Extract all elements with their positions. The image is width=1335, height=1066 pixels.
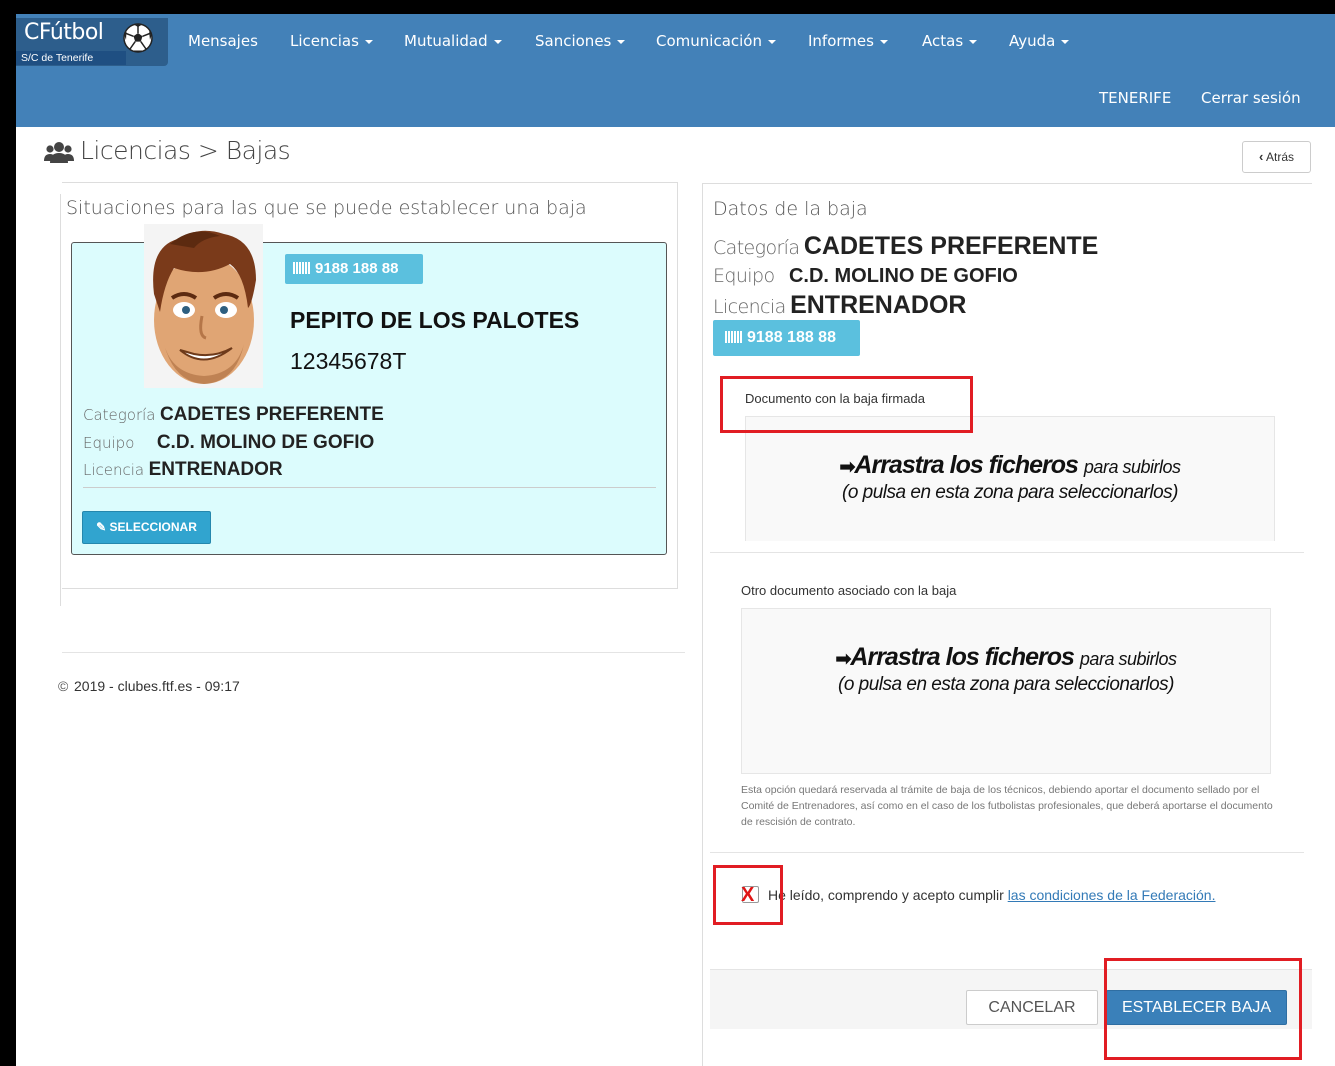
- establecer-baja-button[interactable]: ESTABLECER BAJA: [1106, 990, 1287, 1025]
- detail-value: CADETES PREFERENTE: [159, 404, 384, 425]
- terms-label: He leído, comprendo y acepto cumplir: [768, 887, 1004, 903]
- nav-label: Ayuda: [1009, 32, 1056, 50]
- accept-terms-checkbox[interactable]: [742, 886, 759, 903]
- nav-mutualidad[interactable]: Mutualidad: [404, 32, 502, 50]
- detail-value: CADETES PREFERENTE: [803, 232, 1099, 260]
- caret-down-icon: [493, 39, 502, 44]
- dropzone-main: Arrastra los ficheros: [854, 451, 1079, 479]
- edit-icon: ✎: [96, 520, 107, 534]
- barcode-icon: [725, 331, 743, 343]
- nav-ayuda[interactable]: Ayuda: [1009, 32, 1070, 50]
- left-panel-heading: Situaciones para las que se puede establ…: [66, 197, 587, 219]
- dropzone-title: ➡Arrastra los ficheros para subirlos: [742, 643, 1270, 672]
- license-number: 9188 188 88: [315, 260, 399, 277]
- doc1-label: Documento con la baja firmada: [745, 391, 925, 406]
- baja-licencia-row: Licencia ENTRENADOR: [713, 291, 966, 320]
- select-button-label: SELECCIONAR: [109, 520, 197, 534]
- detail-value: ENTRENADOR: [790, 291, 967, 319]
- dropzone-title: ➡Arrastra los ficheros para subirlos: [746, 451, 1274, 480]
- arrow-right-icon: ➡: [839, 457, 856, 478]
- page: CFútbol S/C de Tenerife Mensajes Licenci…: [16, 14, 1335, 1066]
- card-licencia-row: Licencia ENTRENADOR: [83, 459, 283, 481]
- caret-down-icon: [617, 39, 626, 44]
- nav-label: Actas: [922, 32, 964, 50]
- player-name: PEPITO DE LOS PALOTES: [290, 307, 580, 333]
- nav-label: Informes: [808, 32, 874, 50]
- barcode-icon: [293, 262, 311, 274]
- nav-informes[interactable]: Informes: [808, 32, 888, 50]
- section-divider: [710, 552, 1304, 553]
- detail-value: C.D. MOLINO DE GOFIO: [156, 432, 375, 453]
- detail-label: Licencia: [83, 461, 145, 479]
- brand-subtitle: S/C de Tenerife: [16, 51, 126, 65]
- back-button[interactable]: ‹ Atrás: [1242, 141, 1311, 173]
- chevron-left-icon: ‹: [1258, 149, 1264, 164]
- dropzone-rest: para subirlos: [1079, 649, 1177, 669]
- page-title-text: Licencias > Bajas: [80, 136, 291, 165]
- caret-down-icon: [364, 39, 373, 44]
- other-document-dropzone[interactable]: ➡Arrastra los ficheros para subirlos (o …: [741, 608, 1271, 774]
- right-panel-top: [702, 183, 1312, 184]
- detail-label: Categoría: [713, 237, 800, 259]
- baja-categoria-row: Categoría CADETES PREFERENTE: [713, 232, 1098, 261]
- footer-divider: [62, 652, 685, 653]
- nav-label: Mensajes: [188, 32, 258, 50]
- baja-equipo-row: Equipo C.D. MOLINO DE GOFIO: [713, 265, 1018, 288]
- brand-logo[interactable]: CFútbol S/C de Tenerife: [16, 18, 168, 66]
- brand-name: CFútbol: [24, 20, 104, 45]
- caret-down-icon: [879, 39, 888, 44]
- detail-value: ENTRENADOR: [148, 459, 283, 480]
- caret-down-icon: [1061, 39, 1070, 44]
- detail-label: Equipo: [713, 265, 775, 287]
- nav-licencias[interactable]: Licencias: [290, 32, 373, 50]
- doc2-label: Otro documento asociado con la baja: [741, 583, 957, 598]
- detail-value: C.D. MOLINO DE GOFIO: [788, 265, 1018, 287]
- card-divider: [83, 487, 656, 488]
- copyright-icon: ©: [58, 678, 69, 694]
- right-panel-edge: [702, 183, 703, 1066]
- terms-text: He leído, comprendo y acepto cumplir las…: [768, 887, 1215, 903]
- detail-label: Categoría: [83, 406, 156, 424]
- dropzone-subtitle: (o pulsa en esta zona para seleccionarlo…: [838, 674, 1174, 695]
- logout-link[interactable]: Cerrar sesión: [1201, 89, 1301, 107]
- section-divider: [710, 852, 1304, 853]
- terms-link[interactable]: las condiciones de la Federación.: [1008, 887, 1216, 903]
- nav-label: Sanciones: [535, 32, 612, 50]
- card-equipo-row: Equipo C.D. MOLINO DE GOFIO: [83, 432, 374, 454]
- right-panel-heading: Datos de la baja: [713, 198, 868, 220]
- license-badge: 9188 188 88: [285, 254, 423, 284]
- nav-region[interactable]: TENERIFE: [1099, 89, 1171, 107]
- nav-label: Licencias: [290, 32, 359, 50]
- cancel-button[interactable]: CANCELAR: [966, 990, 1098, 1025]
- card-categoria-row: Categoría CADETES PREFERENTE: [83, 404, 384, 426]
- dropzone-main: Arrastra los ficheros: [850, 643, 1075, 671]
- dropzone-subtitle: (o pulsa en esta zona para seleccionarlo…: [842, 482, 1178, 503]
- left-panel-edge: [60, 194, 61, 606]
- nav-sanciones[interactable]: Sanciones: [535, 32, 626, 50]
- nav-label: Comunicación: [656, 32, 762, 50]
- detail-label: Licencia: [713, 296, 786, 318]
- arrow-right-icon: ➡: [835, 649, 852, 670]
- footer-text: 2019 - clubes.ftf.es - 09:17: [74, 678, 240, 694]
- nav-actas[interactable]: Actas: [922, 32, 978, 50]
- detail-label: Equipo: [83, 434, 135, 452]
- caret-down-icon: [969, 39, 978, 44]
- nav-mensajes[interactable]: Mensajes: [188, 32, 258, 50]
- caret-down-icon: [767, 39, 776, 44]
- avatar: [144, 224, 263, 388]
- help-text: Esta opción quedará reservada al trámite…: [741, 784, 1273, 828]
- nav-label: Mutualidad: [404, 32, 488, 50]
- signed-document-dropzone[interactable]: ➡Arrastra los ficheros para subirlos (o …: [745, 416, 1275, 541]
- nav-comunicacion[interactable]: Comunicación: [656, 32, 776, 50]
- license-number: 9188 188 88: [747, 329, 836, 346]
- select-button[interactable]: ✎ SELECCIONAR: [82, 511, 211, 544]
- baja-license-badge: 9188 188 88: [713, 320, 860, 356]
- users-icon: [44, 142, 74, 163]
- dropzone-rest: para subirlos: [1083, 457, 1181, 477]
- page-title: Licencias > Bajas: [44, 136, 291, 165]
- player-id: 12345678T: [290, 348, 407, 374]
- back-label: Atrás: [1266, 150, 1295, 164]
- top-navbar: CFútbol S/C de Tenerife Mensajes Licenci…: [16, 14, 1335, 127]
- soccer-ball-icon: [123, 23, 153, 53]
